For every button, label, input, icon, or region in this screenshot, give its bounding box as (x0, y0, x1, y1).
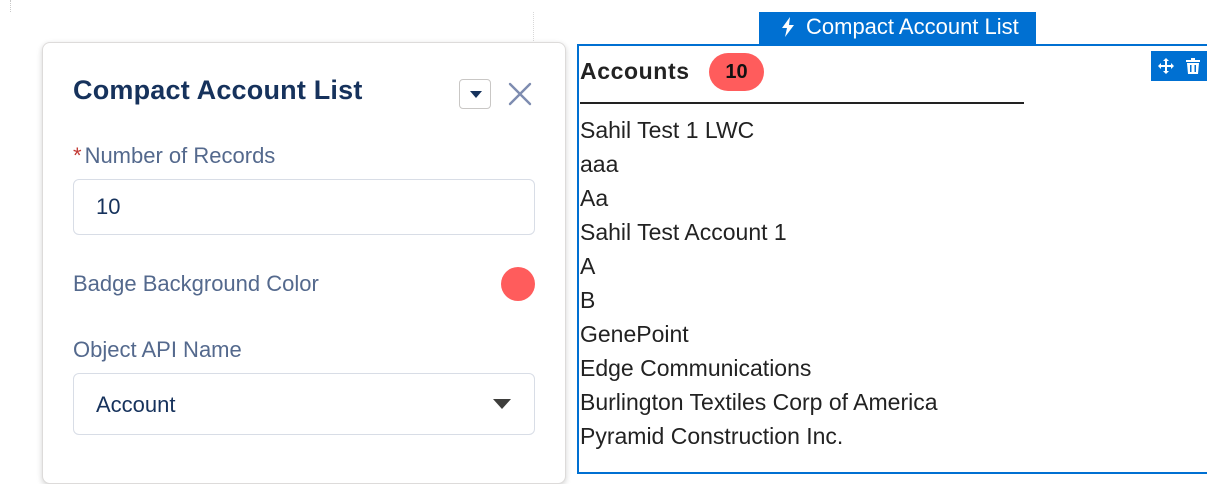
list-item: Pyramid Construction Inc. (580, 423, 844, 449)
close-icon (508, 82, 532, 106)
chevron-down-icon (470, 91, 482, 98)
list-item: Edge Communications (580, 355, 812, 381)
list-item: GenePoint (580, 321, 689, 347)
accounts-header: Accounts 10 (580, 52, 1024, 104)
close-button[interactable] (505, 79, 535, 109)
count-badge: 10 (709, 53, 764, 91)
chevron-down-icon (493, 399, 511, 409)
guide-line (10, 0, 15, 12)
list-item: A (580, 253, 596, 279)
list-item: Burlington Textiles Corp of America (580, 389, 938, 415)
records-input[interactable]: 10 (73, 179, 535, 235)
accounts-list: Sahil Test 1 LWC aaa Aa Sahil Test Accou… (580, 116, 938, 456)
delete-icon[interactable] (1186, 58, 1200, 74)
list-item: Sahil Test Account 1 (580, 219, 787, 245)
records-label-text: Number of Records (84, 143, 276, 168)
object-api-value: Account (96, 392, 176, 417)
required-marker: * (73, 143, 82, 168)
panel-title: Compact Account List (73, 75, 363, 105)
object-api-select[interactable]: Account (73, 373, 535, 435)
list-item: B (580, 287, 596, 313)
object-api-label: Object API Name (73, 337, 242, 362)
component-toolbar (1151, 51, 1207, 81)
badge-color-swatch[interactable] (501, 267, 535, 301)
list-item: Sahil Test 1 LWC (580, 117, 755, 143)
panel-menu-button[interactable] (459, 79, 491, 109)
accounts-title: Accounts (580, 58, 690, 84)
property-panel: Compact Account List * Number of Records … (42, 42, 566, 484)
move-icon[interactable] (1158, 58, 1174, 74)
records-label: * Number of Records (73, 143, 275, 169)
list-item: aaa (580, 151, 619, 177)
list-item: Aa (580, 185, 609, 211)
badge-color-label: Badge Background Color (73, 271, 319, 296)
lightning-bolt-icon (782, 17, 794, 37)
component-tab-label: Compact Account List (806, 14, 1019, 39)
records-input-value: 10 (96, 194, 121, 219)
component-tab[interactable]: Compact Account List (759, 12, 1036, 45)
